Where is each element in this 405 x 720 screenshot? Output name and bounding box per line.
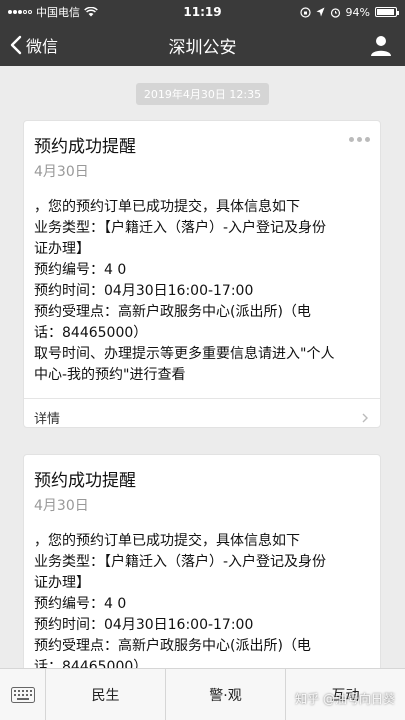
details-label: 详情 [34,412,61,427]
card-title: 预约成功提醒 [34,137,136,157]
message-list[interactable]: 2019年4月30日 12:35 预约成功提醒 4月30日 ，您的预约订单已成功… [0,66,405,668]
card-line: 预约时间：04月30日16:00-17:00 [34,617,254,633]
card-line: 话：84465000） [34,325,148,341]
card-body: ，您的预约订单已成功提交，具体信息如下 业务类型：【户籍迁入（落户）-入户登记及… [34,197,370,386]
keyboard-icon [10,687,35,703]
carrier-label: 中国电信 [36,6,80,19]
more-icon[interactable] [349,137,370,142]
alarm-icon [330,7,340,18]
status-left: 中国电信 [8,4,300,20]
keyboard-toggle-button[interactable] [0,669,46,720]
card-line: 业务类型：【户籍迁入（落户）-入户登记及身份 [34,554,327,570]
back-button[interactable]: 微信 [0,33,58,57]
card-line: 预约时间：04月30日16:00-17:00 [34,283,254,299]
location-icon [316,7,325,17]
details-link[interactable]: 详情 [24,398,380,436]
status-bar: 中国电信 11:19 94% [0,0,405,24]
message-card[interactable]: 预约成功提醒 4月30日 ，您的预约订单已成功提交，具体信息如下 业务类型：【户… [23,120,381,428]
card-line: 证办理】 [34,575,90,591]
message-card[interactable]: 预约成功提醒 4月30日 ，您的预约订单已成功提交，具体信息如下 业务类型：【户… [23,454,381,668]
lock-rotation-icon [299,6,311,18]
card-line: 预约编号：4 0 [34,596,127,612]
status-right: 94% [299,5,399,19]
user-profile-icon[interactable] [369,33,393,57]
page-title: 深圳公安 [168,37,237,58]
card-line: 预约编号：4 0 [34,262,127,278]
menu-item-minsheng[interactable]: 民生 [46,669,166,720]
back-label: 微信 [26,37,59,56]
card-line: 中心-我的预约"进行查看 [34,367,186,383]
message-timestamp: 2019年4月30日 12:35 [135,83,270,105]
nav-bar: 微信 深圳公安 [0,24,405,66]
card-title: 预约成功提醒 [34,471,136,491]
signal-icon [8,10,32,14]
card-line: 取号时间、办理提示等更多重要信息请进入"个人 [34,346,335,362]
watermark: 知乎 @油号向日葵 [295,692,395,706]
card-line: 证办理】 [34,241,90,257]
chevron-right-icon [362,413,368,422]
wifi-icon [84,7,98,17]
card-line: ，您的预约订单已成功提交，具体信息如下 [34,533,300,549]
battery-percent: 94% [345,5,370,19]
card-line: 预约受理点：高新户政服务中心(派出所)（电 [34,304,311,320]
card-line: ，您的预约订单已成功提交，具体信息如下 [34,199,300,215]
card-body: ，您的预约订单已成功提交，具体信息如下 业务类型：【户籍迁入（落户）-入户登记及… [34,531,370,668]
card-line: 预约受理点：高新户政服务中心(派出所)（电 [34,638,311,654]
menu-item-jingguan[interactable]: 警·观 [166,669,286,720]
card-line: 业务类型：【户籍迁入（落户）-入户登记及身份 [34,220,327,236]
timestamp-row: 2019年4月30日 12:35 [0,83,405,105]
chevron-left-icon [10,35,22,55]
card-line: 话：84465000） [34,659,148,668]
card-date: 4月30日 [34,498,89,514]
battery-icon [375,7,399,17]
card-date: 4月30日 [34,164,89,180]
